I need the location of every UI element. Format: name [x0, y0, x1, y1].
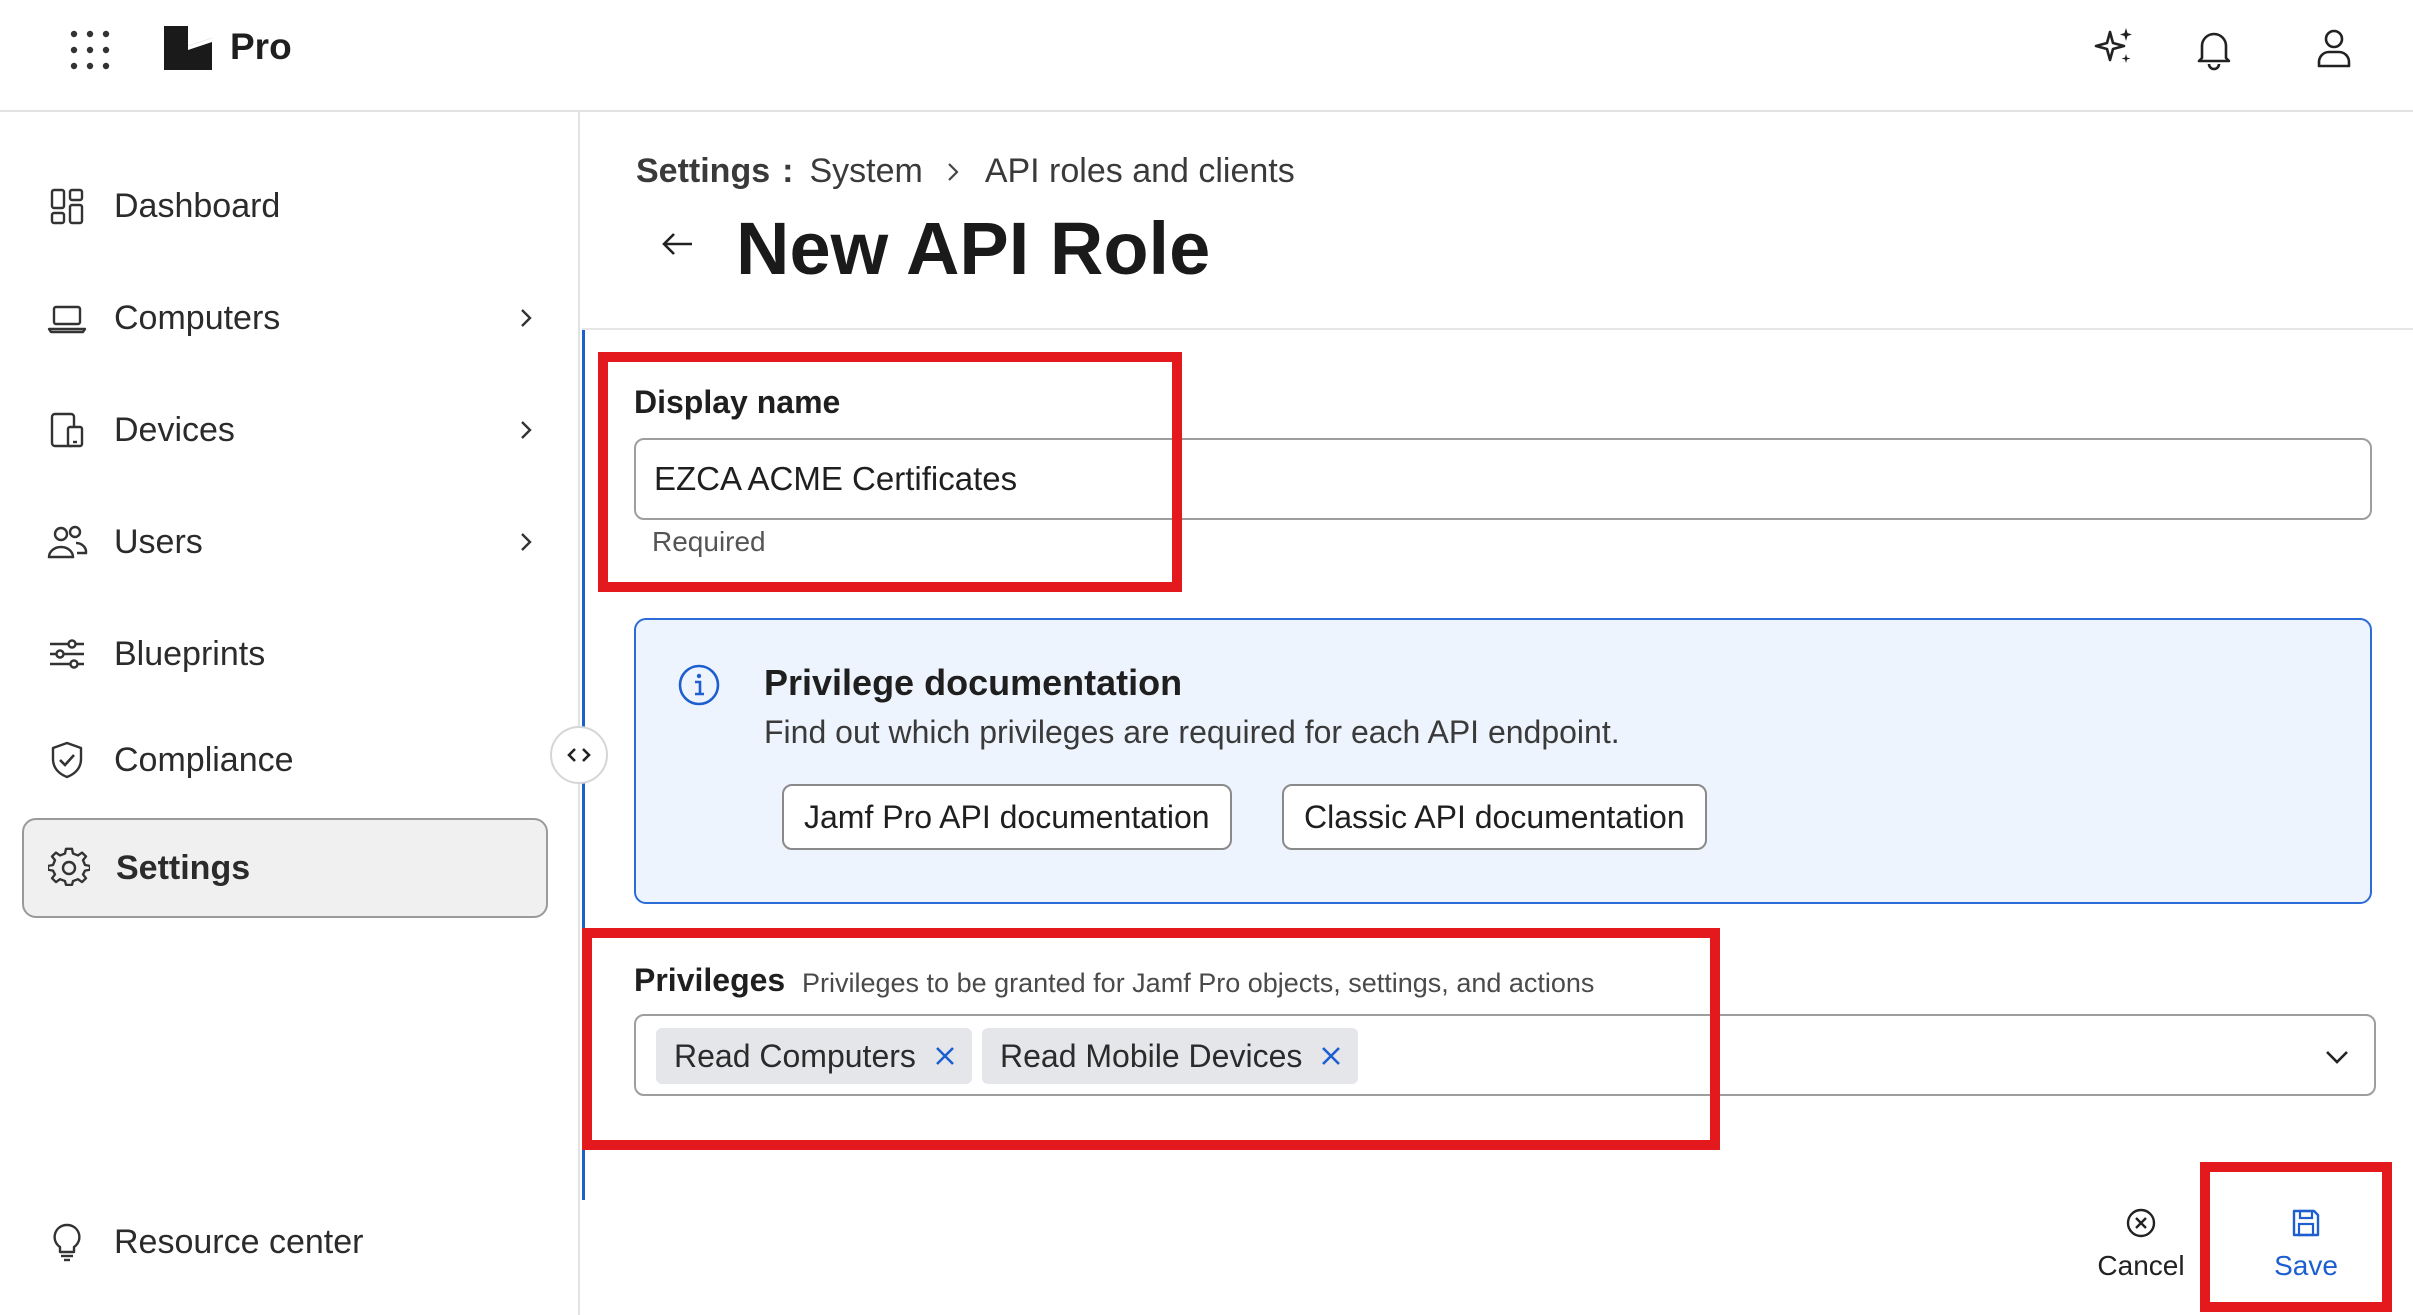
sidebar-item-label: Resource center	[114, 1222, 364, 1261]
top-bar: Pro	[0, 0, 2413, 112]
display-name-label: Display name	[634, 384, 841, 420]
sidebar-item-resource-center[interactable]: Resource center	[22, 1192, 548, 1292]
privilege-documentation-panel: Privilege documentation Find out which p…	[634, 618, 2372, 904]
header-divider	[582, 328, 2413, 330]
lightbulb-icon	[53, 1223, 81, 1262]
cancel-label: Cancel	[2097, 1250, 2185, 1281]
sidebar-item-devices[interactable]: Devices	[22, 380, 548, 480]
sidebar-item-label: Devices	[114, 410, 235, 449]
remove-chip-icon[interactable]	[1318, 1043, 1344, 1069]
shield-check-icon	[51, 741, 83, 779]
privilege-documentation-title: Privilege documentation	[764, 662, 1183, 703]
cancel-circle-icon	[2126, 1208, 2156, 1238]
chevron-right-icon	[521, 533, 532, 551]
gear-icon	[48, 847, 90, 887]
sidebar-item-label: Users	[114, 522, 203, 561]
classic-api-docs-button[interactable]: Classic API documentation	[1282, 784, 1707, 850]
main-content: Settings : System API roles and clients …	[582, 112, 2413, 1315]
remove-chip-icon[interactable]	[932, 1043, 958, 1069]
sidebar-item-users[interactable]: Users	[22, 492, 548, 592]
back-arrow-icon[interactable]	[656, 222, 700, 266]
chip-label: Read Mobile Devices	[1000, 1037, 1303, 1074]
sidebar-collapse-button[interactable]	[550, 726, 608, 784]
sidebar-item-compliance[interactable]: Compliance	[22, 710, 548, 810]
sidebar-item-blueprints[interactable]: Blueprints	[22, 604, 548, 704]
chip-label: Read Computers	[674, 1037, 916, 1074]
privileges-label: Privileges	[634, 962, 786, 998]
privilege-chip-read-mobile-devices: Read Mobile Devices	[982, 1028, 1359, 1084]
privileges-description: Privileges to be granted for Jamf Pro ob…	[802, 968, 1595, 998]
chevron-right-icon	[521, 421, 532, 439]
breadcrumb-separator: :	[782, 152, 794, 190]
save-button[interactable]: Save	[2246, 1206, 2366, 1296]
sidebar-item-label: Blueprints	[114, 634, 266, 673]
display-name-helper: Required	[652, 526, 766, 557]
chevron-down-icon[interactable]	[2322, 1042, 2352, 1072]
sliders-icon	[50, 639, 84, 669]
bell-icon[interactable]	[2190, 24, 2238, 72]
cancel-button[interactable]: Cancel	[2081, 1206, 2201, 1296]
product-name: Pro	[230, 26, 292, 67]
users-icon	[47, 525, 88, 559]
privileges-multiselect[interactable]: Read Computers Read Mobile Devices	[634, 1014, 2376, 1096]
chevron-right-icon	[948, 162, 959, 181]
privilege-chip-read-computers: Read Computers	[656, 1028, 972, 1084]
laptop-icon	[47, 305, 87, 334]
sidebar-item-settings[interactable]: Settings	[22, 818, 548, 918]
code-chevrons-icon	[567, 748, 591, 762]
display-name-input[interactable]	[634, 438, 2372, 520]
save-disk-icon	[2292, 1209, 2320, 1237]
breadcrumb-root[interactable]: Settings	[636, 152, 770, 191]
jamf-logo[interactable]	[162, 24, 214, 72]
app-grid-icon[interactable]	[68, 28, 112, 72]
sidebar-item-label: Computers	[114, 298, 281, 337]
breadcrumb-item-system[interactable]: System	[809, 152, 922, 191]
user-icon[interactable]	[2310, 24, 2358, 72]
page-title: New API Role	[736, 207, 1211, 290]
sidebar-item-label: Settings	[116, 848, 251, 887]
devices-icon	[50, 412, 84, 448]
info-icon	[678, 664, 720, 706]
sidebar-item-label: Compliance	[114, 740, 294, 779]
sidebar: Dashboard Computers Devices Users Bluepr…	[0, 112, 580, 1315]
save-label: Save	[2274, 1250, 2338, 1281]
sidebar-item-dashboard[interactable]: Dashboard	[22, 156, 548, 256]
breadcrumb-item-api-roles[interactable]: API roles and clients	[985, 152, 1295, 191]
dashboard-icon	[50, 188, 84, 225]
ai-sparkle-icon[interactable]	[2090, 24, 2138, 72]
jamf-pro-api-docs-button[interactable]: Jamf Pro API documentation	[782, 784, 1232, 850]
privilege-documentation-text: Find out which privileges are required f…	[764, 714, 1620, 750]
chevron-right-icon	[521, 309, 532, 327]
breadcrumb: Settings : System API roles and clients	[636, 152, 1295, 191]
sidebar-item-label: Dashboard	[114, 186, 281, 225]
sidebar-item-computers[interactable]: Computers	[22, 268, 548, 368]
